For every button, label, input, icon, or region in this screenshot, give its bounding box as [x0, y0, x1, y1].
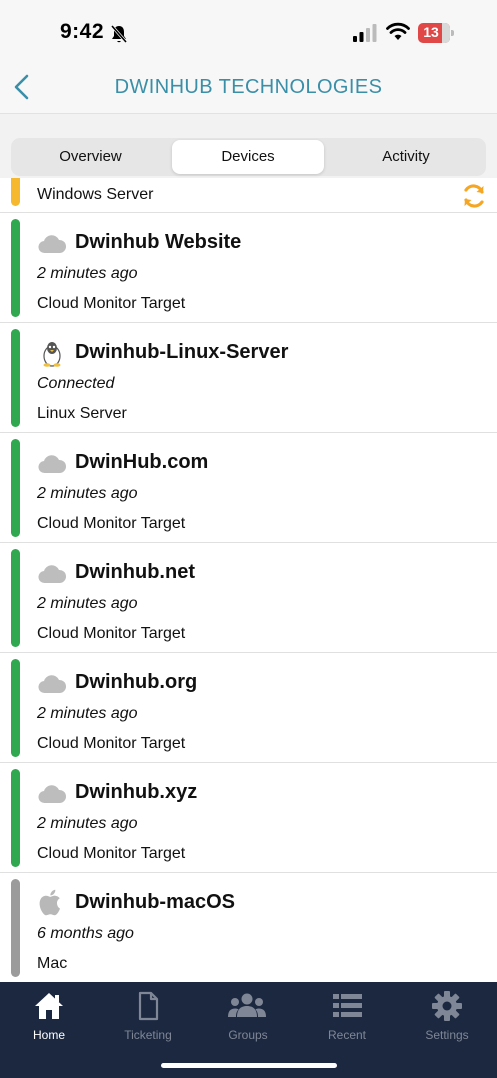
tab-activity[interactable]: Activity	[328, 140, 484, 174]
status-bar-indicator	[11, 439, 20, 537]
tab-recent[interactable]: Recent	[297, 988, 397, 1048]
status-bar-indicator	[11, 879, 20, 977]
device-status: 6 months ago	[37, 925, 134, 942]
device-type: Cloud Monitor Target	[37, 295, 186, 312]
device-row-dwinhub-com[interactable]: DwinHub.com 2 minutes ago Cloud Monitor …	[0, 433, 497, 543]
cloud-icon	[38, 565, 67, 584]
device-status: Connected	[37, 375, 115, 392]
tab-devices[interactable]: Devices	[172, 140, 324, 174]
device-name: Dwinhub-Linux-Server	[75, 341, 289, 363]
device-status: 2 minutes ago	[37, 485, 138, 502]
battery-tip	[451, 30, 454, 36]
device-type: Cloud Monitor Target	[37, 735, 186, 752]
refresh-icon[interactable]	[460, 182, 488, 210]
cloud-icon	[38, 675, 67, 694]
cloud-icon	[38, 785, 67, 804]
list-icon	[333, 994, 362, 1017]
tab-label: Ticketing	[124, 1028, 172, 1042]
cloud-icon	[38, 235, 67, 254]
device-type: Linux Server	[37, 405, 127, 422]
device-status: 2 minutes ago	[37, 815, 138, 832]
device-type: Cloud Monitor Target	[37, 845, 186, 862]
linux-tux-icon	[43, 342, 61, 367]
device-row-dwinhub-org[interactable]: Dwinhub.org 2 minutes ago Cloud Monitor …	[0, 653, 497, 763]
tab-label: Recent	[327, 1028, 367, 1042]
tab-groups[interactable]: Groups	[198, 988, 298, 1048]
tab-label: Settings	[425, 1028, 469, 1042]
status-bar-indicator	[11, 769, 20, 867]
device-status: 2 minutes ago	[37, 265, 138, 282]
status-bar-indicator	[11, 329, 20, 427]
tab-ticketing[interactable]: Ticketing	[98, 988, 198, 1048]
status-bar: 9:42 13	[0, 0, 497, 62]
device-name: Dwinhub.net	[75, 561, 195, 583]
tab-overview[interactable]: Overview	[13, 140, 168, 174]
wifi-icon	[386, 22, 410, 40]
device-name: DwinHub.com	[75, 451, 209, 473]
status-bar-indicator	[11, 659, 20, 757]
tab-settings[interactable]: Settings	[397, 988, 497, 1048]
device-type: Cloud Monitor Target	[37, 515, 186, 532]
battery-indicator: 13	[418, 23, 454, 43]
page-title: DWINHUB TECHNOLOGIES	[114, 76, 383, 98]
device-row-dwinhub-macos[interactable]: Dwinhub-macOS 6 months ago Mac	[0, 873, 497, 982]
status-time: 9:42	[60, 20, 105, 43]
device-name: Dwinhub.org	[75, 671, 198, 693]
device-row-dwinhub-linux-server[interactable]: Dwinhub-Linux-Server Connected Linux Ser…	[0, 323, 497, 433]
gear-icon	[432, 991, 462, 1021]
device-name: Dwinhub.xyz	[75, 781, 198, 803]
device-status: 2 minutes ago	[37, 595, 138, 612]
device-name: Dwinhub Website	[75, 231, 242, 253]
home-indicator	[161, 1063, 337, 1068]
bottom-tab-bar: Home Ticketing Groups Recent Settings	[0, 982, 497, 1078]
tab-label: Home	[32, 1028, 65, 1042]
apple-icon	[39, 889, 60, 916]
device-row-dwinhub-net[interactable]: Dwinhub.net 2 minutes ago Cloud Monitor …	[0, 543, 497, 653]
battery-level: 13	[423, 24, 439, 40]
navigation-bar: DWINHUB TECHNOLOGIES	[0, 62, 497, 114]
cellular-signal-icon	[353, 24, 377, 42]
device-list[interactable]: Windows Server Dwinhub Website 2 minutes…	[0, 178, 497, 982]
home-icon	[35, 993, 63, 1019]
cloud-icon	[38, 455, 67, 474]
status-bar-indicator	[11, 178, 20, 206]
device-status: 2 minutes ago	[37, 705, 138, 722]
groups-icon	[228, 993, 266, 1017]
status-bar-indicator	[11, 219, 20, 317]
device-name: Dwinhub-macOS	[75, 891, 236, 913]
tab-home[interactable]: Home	[0, 988, 99, 1048]
device-type: Cloud Monitor Target	[37, 625, 186, 642]
bell-off-icon	[110, 25, 128, 43]
device-type: Mac	[37, 955, 68, 972]
device-type: Windows Server	[37, 186, 154, 203]
segmented-control: Overview Devices Activity	[11, 138, 486, 176]
list-item[interactable]: Windows Server	[0, 178, 497, 213]
status-bar-indicator	[11, 549, 20, 647]
document-icon	[138, 991, 159, 1021]
tab-label: Groups	[228, 1028, 268, 1042]
device-row-dwinhub-website[interactable]: Dwinhub Website 2 minutes ago Cloud Moni…	[0, 213, 497, 323]
device-row-dwinhub-xyz[interactable]: Dwinhub.xyz 2 minutes ago Cloud Monitor …	[0, 763, 497, 873]
